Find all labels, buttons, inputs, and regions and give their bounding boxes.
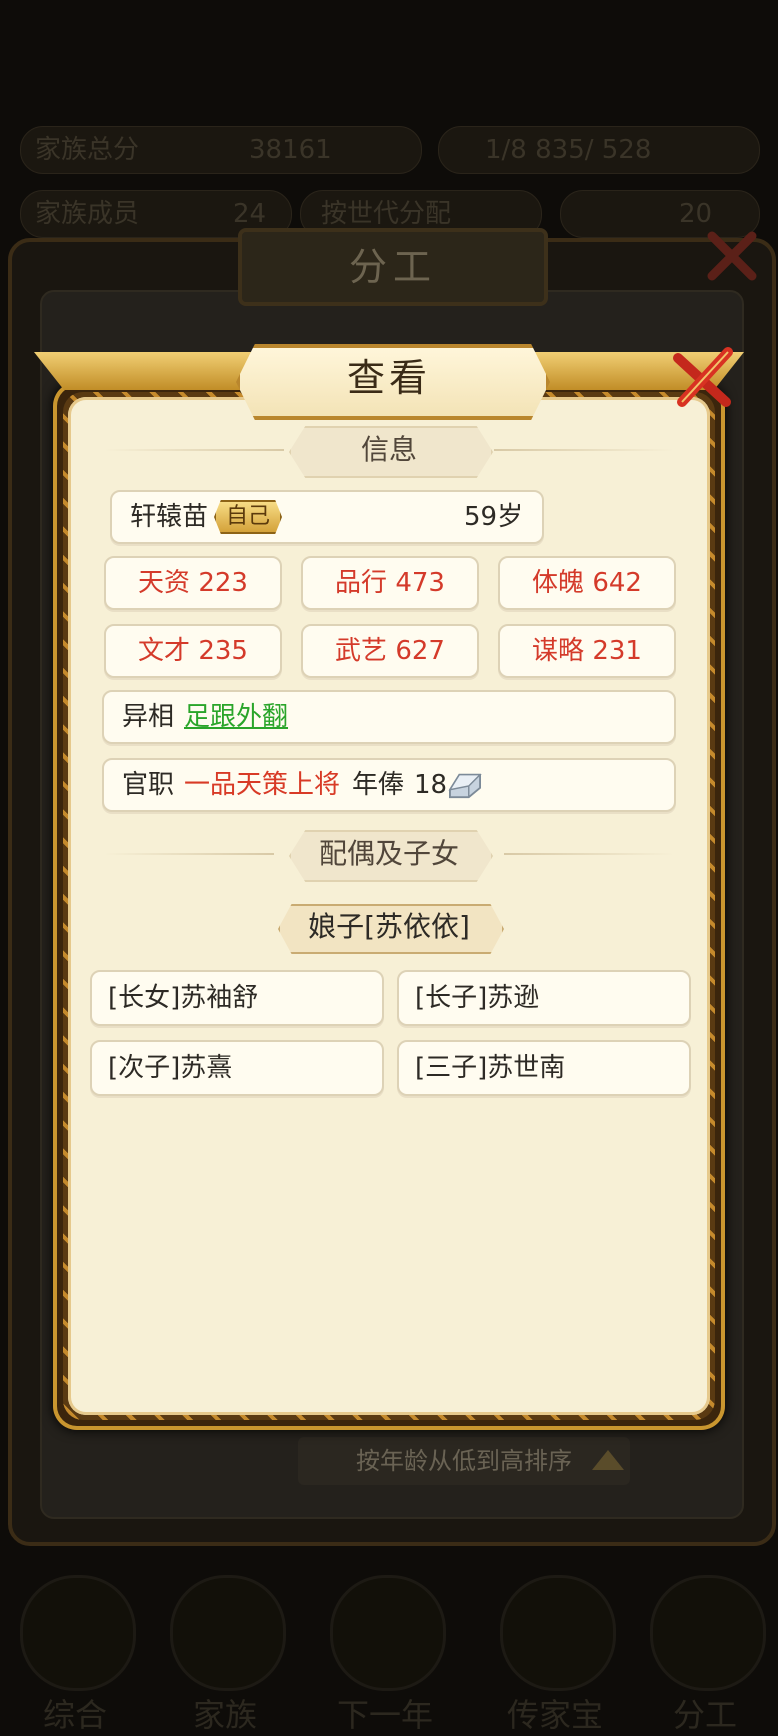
- bg-sort-button: 按年龄从低到高排序: [298, 1437, 630, 1485]
- stat-conduct-label: 品行: [335, 568, 396, 598]
- bg-score-value: 38161: [249, 135, 332, 165]
- bg-nav-label-1: 综合: [42, 1696, 107, 1734]
- trait-value-link[interactable]: 足跟外翻: [184, 692, 288, 742]
- bg-resource-bar: 1∕8 835/ 528: [438, 126, 760, 174]
- silver-ingot-icon: [448, 773, 482, 799]
- child-card[interactable]: [三子]苏世南: [397, 1040, 691, 1096]
- stat-strategy-label: 谋略: [532, 636, 593, 666]
- stat-physique-label: 体魄: [532, 568, 593, 598]
- bg-nav-circle-4: [500, 1575, 616, 1691]
- bg-score-bar: 家族总分 38161: [20, 126, 422, 174]
- bg-nav-label-5: 分工: [672, 1696, 737, 1734]
- salary-value: 18: [414, 770, 448, 800]
- bg-score-label: 家族总分: [35, 135, 140, 165]
- stat-physique: 体魄 642: [498, 556, 676, 610]
- child-name: [长女]苏袖舒: [108, 983, 259, 1013]
- bg-nav-circle-1: [20, 1575, 136, 1691]
- person-name: 轩辕苗: [130, 502, 209, 532]
- stat-literary: 文才 235: [104, 624, 282, 678]
- office-card: 官职 一品天策上将 年俸 18: [102, 758, 676, 812]
- stat-literary-label: 文才: [138, 636, 199, 666]
- bg-members-label: 家族成员: [35, 199, 140, 229]
- dialog-title: 查看: [346, 356, 431, 400]
- stat-strategy: 谋略 231: [498, 624, 676, 678]
- bg-nav-label-3: 下一年: [336, 1696, 433, 1734]
- bg-panel-title: 分工: [238, 228, 548, 306]
- stat-talent-label: 天资: [138, 568, 199, 598]
- stat-talent: 天资 223: [104, 556, 282, 610]
- child-card[interactable]: [长女]苏袖舒: [90, 970, 384, 1026]
- stat-conduct-value: 473: [395, 568, 445, 598]
- stat-literary-value: 235: [198, 636, 248, 666]
- stat-physique-value: 642: [592, 568, 642, 598]
- bg-close-icon: [707, 231, 757, 281]
- bg-nav-label-2: 家族: [192, 1696, 257, 1734]
- bg-sort-arrow-icon: [592, 1450, 624, 1470]
- bg-nav-circle-3: [330, 1575, 446, 1691]
- child-name: [次子]苏熹: [108, 1053, 233, 1083]
- bg-nav-circle-2: [170, 1575, 286, 1691]
- family-header: 配偶及子女: [318, 837, 459, 870]
- stat-martial: 武艺 627: [301, 624, 479, 678]
- trait-label: 异相: [122, 702, 175, 732]
- family-header-line-left: [104, 853, 274, 855]
- info-header-line-left: [104, 449, 284, 451]
- spouse-button[interactable]: 娘子[苏依依]: [278, 904, 500, 950]
- self-tag: 自己: [214, 500, 283, 534]
- office-value: 一品天策上将: [184, 770, 341, 800]
- person-card: 轩辕苗 自己 59岁: [110, 490, 544, 544]
- stat-strategy-value: 231: [592, 636, 642, 666]
- person-age: 59岁: [464, 502, 524, 532]
- bg-nav-circle-5: [650, 1575, 766, 1691]
- office-label: 官职: [122, 770, 175, 800]
- child-card[interactable]: [次子]苏熹: [90, 1040, 384, 1096]
- child-name: [长子]苏逊: [415, 983, 540, 1013]
- bg-resource-value: 1∕8 835/ 528: [485, 135, 652, 165]
- stat-conduct: 品行 473: [301, 556, 479, 610]
- close-icon[interactable]: [668, 344, 738, 414]
- stat-talent-value: 223: [198, 568, 248, 598]
- stat-martial-value: 627: [395, 636, 445, 666]
- info-header: 信息: [360, 433, 417, 466]
- trait-card: 异相 足跟外翻: [102, 690, 676, 744]
- info-header-line-right: [494, 449, 674, 451]
- bg-nav-label-4: 传家宝: [506, 1696, 603, 1734]
- family-header-line-right: [504, 853, 674, 855]
- child-card[interactable]: [长子]苏逊: [397, 970, 691, 1026]
- salary-label: 年俸: [352, 770, 405, 800]
- child-name: [三子]苏世南: [415, 1053, 566, 1083]
- stat-martial-label: 武艺: [335, 636, 396, 666]
